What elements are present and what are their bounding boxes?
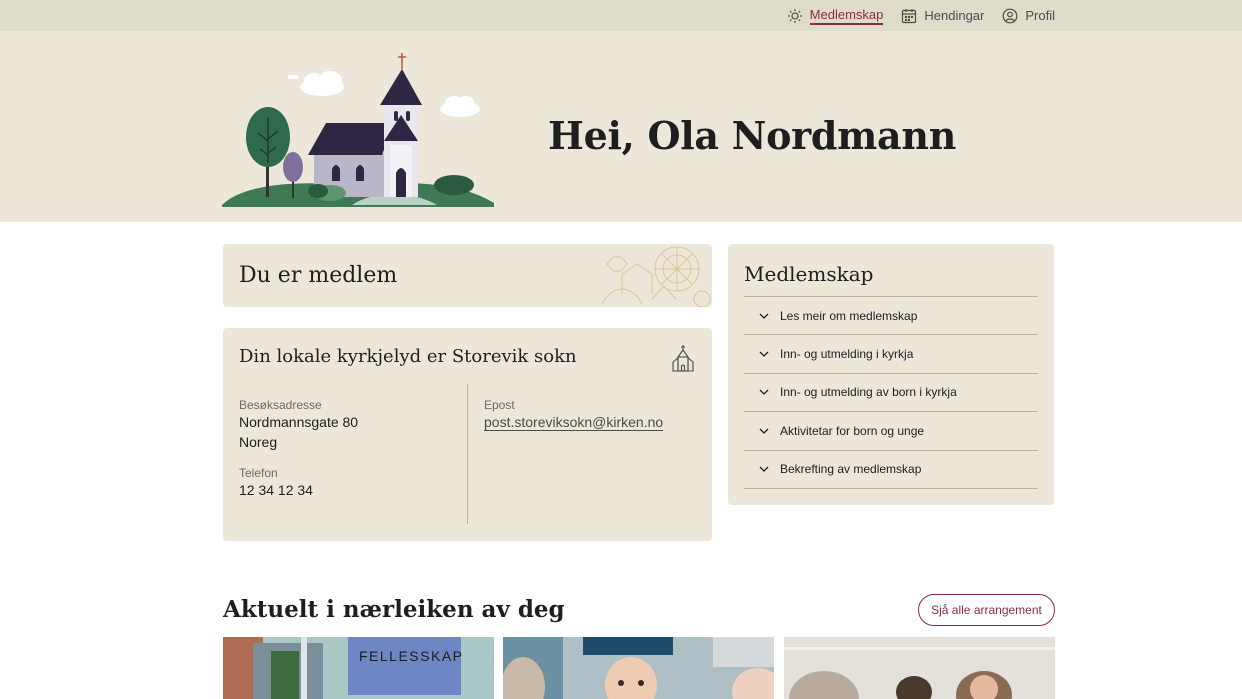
see-all-events-button[interactable]: Sjå alle arrangement	[918, 594, 1055, 626]
address-label: Besøksadresse	[239, 398, 322, 412]
user-circle-icon	[1002, 8, 1018, 23]
news-image-babies	[503, 637, 774, 699]
local-congregation-card: Din lokale kyrkjelyd er Storevik sokn Be…	[223, 328, 712, 541]
news-card-image[interactable]	[503, 637, 774, 699]
membership-panel: Medlemskap Les meir om medlemskap Inn- o…	[728, 244, 1054, 505]
top-bar: Medlemskap Hendingar Profil	[0, 0, 1242, 31]
church-illustration	[222, 53, 494, 207]
nav-label: Hendingar	[924, 8, 985, 23]
accordion-item-label: Inn- og utmelding av born i kyrkja	[780, 385, 957, 400]
member-status-card: Du er medlem	[223, 244, 712, 307]
accordion-item[interactable]: Aktivitetar for born og unge	[744, 412, 1038, 451]
address-line-2: Noreg	[239, 434, 278, 450]
accordion-item[interactable]: Bekrefting av medlemskap	[744, 451, 1038, 489]
email-label: Epost	[484, 398, 515, 412]
membership-accordion: Les meir om medlemskap Inn- og utmelding…	[744, 296, 1038, 489]
chevron-down-icon	[759, 428, 769, 434]
divider	[467, 384, 468, 524]
church-icon	[672, 345, 694, 372]
calendar-icon	[902, 8, 917, 23]
accordion-item-label: Les meir om medlemskap	[780, 308, 918, 323]
chevron-down-icon	[759, 351, 769, 357]
nav-label: Profil	[1025, 8, 1055, 23]
news-card-image[interactable]	[784, 637, 1055, 699]
member-status-title: Du er medlem	[239, 263, 398, 288]
nav-profil[interactable]: Profil	[1002, 8, 1055, 24]
address-line-1: Nordmannsgate 80	[239, 414, 359, 430]
accordion-item-label: Bekrefting av medlemskap	[780, 462, 922, 477]
chevron-down-icon	[759, 313, 769, 319]
news-section-title: Aktuelt i nærleiken av deg	[223, 596, 565, 623]
phone-value: 12 34 12 34	[239, 482, 313, 498]
chevron-down-icon	[759, 466, 769, 473]
accordion-item-label: Aktivitetar for born og unge	[780, 423, 925, 438]
phone-label: Telefon	[239, 466, 278, 480]
hero: Hei, Ola Nordmann	[0, 31, 1242, 222]
news-image-fellesskap: FELLESSKAP	[223, 637, 494, 699]
accordion-item[interactable]: Inn- og utmelding av born i kyrkja	[744, 374, 1038, 413]
accordion-item-label: Inn- og utmelding i kyrkja	[780, 347, 914, 362]
chevron-down-icon	[759, 390, 769, 396]
membership-panel-title: Medlemskap	[744, 262, 874, 286]
news-card-image[interactable]: FELLESSKAP	[223, 637, 494, 699]
sun-icon	[787, 8, 802, 23]
email-link[interactable]: post.storeviksokn@kirken.no	[484, 412, 663, 432]
accordion-item[interactable]: Les meir om medlemskap	[744, 297, 1038, 336]
local-congregation-title: Din lokale kyrkjelyd er Storevik sokn	[239, 346, 577, 367]
accordion-item[interactable]: Inn- og utmelding i kyrkja	[744, 335, 1038, 374]
decorative-pattern-icon	[601, 246, 711, 307]
nav-medlemskap[interactable]: Medlemskap	[787, 7, 884, 25]
nav-label: Medlemskap	[809, 7, 884, 25]
news-image-people	[784, 637, 1055, 699]
news-card-caption: FELLESSKAP	[359, 648, 464, 664]
greeting-title: Hei, Ola Nordmann	[548, 113, 957, 158]
top-nav: Medlemskap Hendingar Profil	[787, 0, 1055, 31]
nav-hendingar[interactable]: Hendingar	[901, 8, 984, 24]
